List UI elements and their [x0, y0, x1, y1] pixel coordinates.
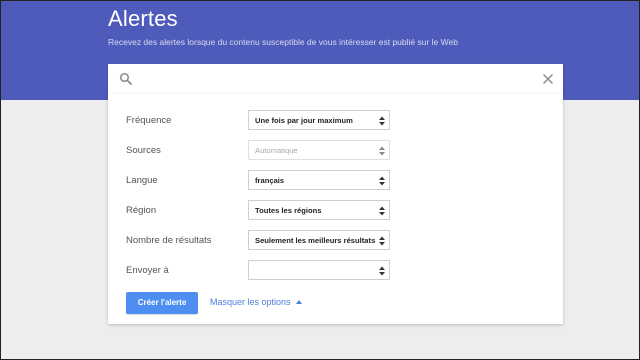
updown-arrows-icon [379, 146, 385, 156]
search-input[interactable] [140, 68, 534, 92]
options-panel: Fréquence Une fois par jour maximum Sour… [108, 94, 563, 324]
region-select[interactable]: Toutes les régions [248, 200, 390, 220]
updown-arrows-icon [379, 236, 385, 246]
nombre-resultats-select[interactable]: Seulement les meilleurs résultats [248, 230, 390, 250]
option-row-langue: Langue français [108, 170, 563, 192]
select-value: Automatique [255, 146, 298, 155]
sources-select: Automatique [248, 140, 390, 160]
updown-arrows-icon [379, 116, 385, 126]
select-value: Seulement les meilleurs résultats [255, 236, 376, 245]
search-bar [108, 64, 563, 94]
select-value: Toutes les régions [255, 206, 322, 215]
caret-up-icon [295, 300, 302, 304]
option-row-region: Région Toutes les régions [108, 200, 563, 222]
hide-options-label: Masquer les options [210, 297, 291, 307]
option-row-envoyer-a: Envoyer à [108, 260, 563, 282]
hide-options-link[interactable]: Masquer les options [210, 297, 302, 307]
updown-arrows-icon [379, 206, 385, 216]
option-row-frequence: Fréquence Une fois par jour maximum [108, 110, 563, 132]
option-label: Nombre de résultats [126, 235, 212, 246]
updown-arrows-icon [379, 266, 385, 276]
option-row-sources: Sources Automatique [108, 140, 563, 162]
option-row-nombre-resultats: Nombre de résultats Seulement les meille… [108, 230, 563, 252]
option-label: Fréquence [126, 115, 172, 126]
option-label: Sources [126, 145, 161, 156]
create-alert-button[interactable]: Créer l'alerte [126, 292, 198, 314]
page-title: Alertes [108, 6, 178, 31]
select-value: Une fois par jour maximum [255, 116, 353, 125]
option-label: Langue [126, 175, 158, 186]
search-icon [119, 72, 132, 85]
updown-arrows-icon [379, 176, 385, 186]
close-icon[interactable] [541, 72, 555, 86]
page-subtitle: Recevez des alertes lorsque du contenu s… [108, 37, 458, 47]
frequence-select[interactable]: Une fois par jour maximum [248, 110, 390, 130]
option-label: Région [126, 205, 157, 216]
option-label: Envoyer à [126, 265, 169, 276]
envoyer-a-select[interactable] [248, 260, 390, 280]
langue-select[interactable]: français [248, 170, 390, 190]
select-value: français [255, 176, 285, 185]
